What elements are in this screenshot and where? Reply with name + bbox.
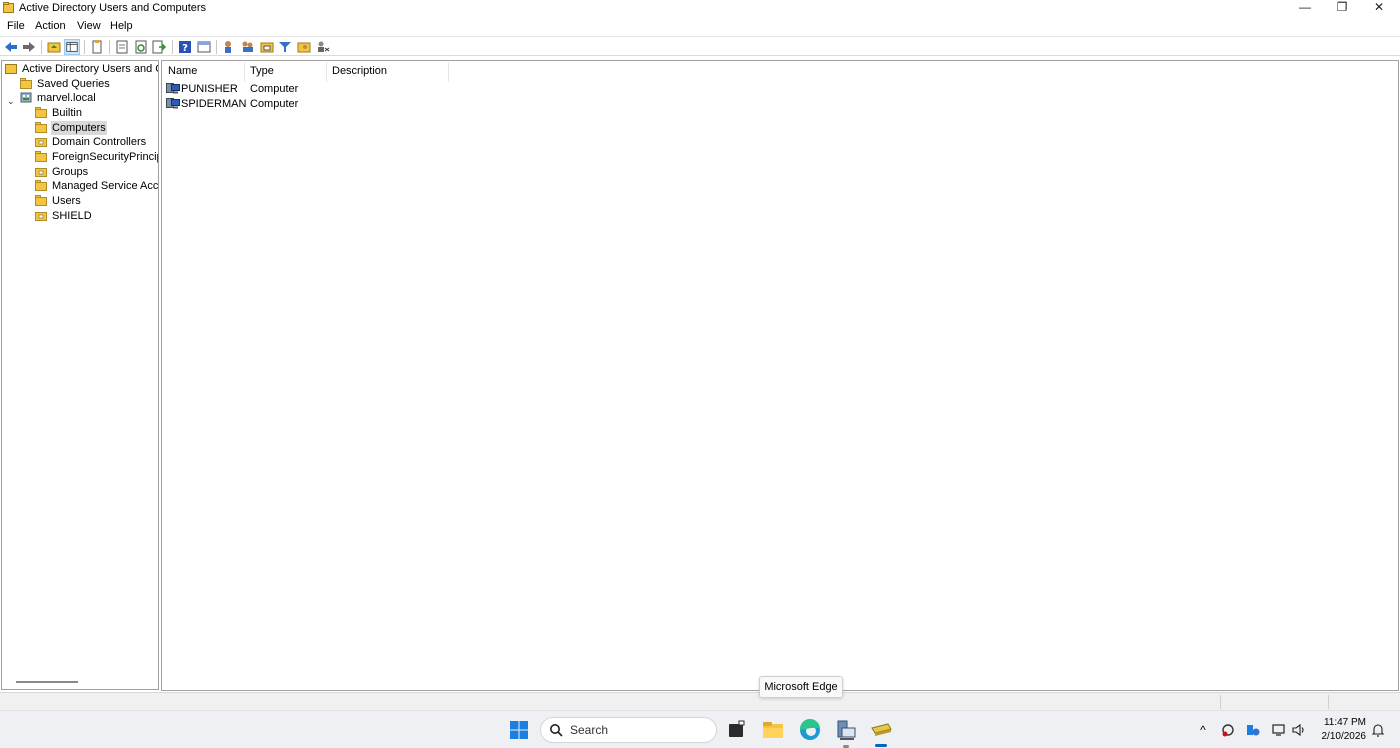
toolbar-separator <box>84 40 85 54</box>
tree-item-label: Computers <box>51 121 107 135</box>
toolbar-separator <box>172 40 173 54</box>
clock-time: 11:47 PM <box>1323 717 1366 728</box>
domain-icon <box>20 92 32 103</box>
file-explorer-icon[interactable] <box>759 716 787 744</box>
list-row-punisher[interactable]: PUNISHER Computer <box>166 82 466 97</box>
maximize-button[interactable]: ❐ <box>1325 0 1359 16</box>
network-icon[interactable] <box>1271 722 1287 738</box>
app-tray-icon[interactable] <box>1245 722 1261 738</box>
tree-item-label: Groups <box>52 166 89 178</box>
computer-icon <box>166 98 180 109</box>
cell-name: SPIDERMAN <box>181 98 247 110</box>
sync-icon[interactable] <box>1220 722 1236 738</box>
tree-item-label: Users <box>52 195 81 207</box>
tree-item-label: SHIELD <box>52 210 92 222</box>
column-header-type[interactable]: Type <box>245 62 327 82</box>
console-tree[interactable]: Active Directory Users and Com Saved Que… <box>1 60 159 690</box>
console-view-icon[interactable] <box>196 39 212 55</box>
taskbar-search[interactable]: Search <box>540 717 717 743</box>
window-title: Active Directory Users and Computers <box>19 2 207 14</box>
column-header-name[interactable]: Name <box>163 62 245 82</box>
status-bar <box>0 692 1400 710</box>
terminal-icon[interactable] <box>722 716 750 744</box>
ad-users-computers-icon <box>3 2 14 13</box>
tree-item-label: Builtin <box>52 107 82 119</box>
status-divider <box>1220 695 1221 709</box>
ou-folder-icon <box>35 138 47 147</box>
folder-icon <box>35 180 47 191</box>
toolbar: ? <box>0 36 1400 56</box>
active-indicator <box>875 744 887 747</box>
server-manager-icon[interactable] <box>832 716 860 744</box>
toolbar-separator <box>109 40 110 54</box>
tree-item-label: Domain Controllers <box>52 136 147 148</box>
chevron-up-icon[interactable]: ^ <box>1195 722 1211 738</box>
add-to-group-icon[interactable] <box>296 39 312 55</box>
computer-icon <box>166 83 180 94</box>
export-list-icon[interactable] <box>151 39 167 55</box>
list-row-spiderman[interactable]: SPIDERMAN Computer <box>166 97 466 112</box>
taskbar: Search ^ 11:47 PM 2/10/2026 <box>0 710 1400 748</box>
ou-folder-icon <box>35 212 47 221</box>
cell-type: Computer <box>250 98 299 110</box>
search-placeholder: Search <box>570 723 609 737</box>
new-ou-icon[interactable] <box>259 39 275 55</box>
show-console-tree-icon[interactable] <box>64 39 80 55</box>
microsoft-edge-icon[interactable] <box>796 716 824 744</box>
volume-icon[interactable] <box>1291 722 1307 738</box>
menu-file[interactable]: File <box>7 20 25 32</box>
toolbar-separator <box>216 40 217 54</box>
back-arrow-icon[interactable] <box>3 39 19 55</box>
notification-bell-icon[interactable] <box>1370 722 1386 738</box>
clock-date: 2/10/2026 <box>1321 731 1367 742</box>
chevron-down-icon[interactable]: ⌄ <box>7 96 15 107</box>
new-user-icon[interactable] <box>221 39 237 55</box>
taskbar-tooltip: Microsoft Edge <box>759 676 843 698</box>
tree-item-label: marvel.local <box>37 92 96 104</box>
clipboard-icon[interactable] <box>89 39 105 55</box>
results-list[interactable]: Name Type Description PUNISHER Computer … <box>161 60 1399 691</box>
menu-action[interactable]: Action <box>35 20 66 32</box>
cell-type: Computer <box>250 83 299 95</box>
properties-icon[interactable] <box>114 39 130 55</box>
title-bar: Active Directory Users and Computers — ❐… <box>0 0 1400 17</box>
menu-view[interactable]: View <box>77 20 101 32</box>
column-header-description[interactable]: Description <box>327 62 449 82</box>
tree-item-label: Active Directory Users and Com <box>22 63 158 75</box>
folder-icon <box>35 107 47 118</box>
tree-item-label: ForeignSecurityPrincipals <box>52 151 158 163</box>
refresh-icon[interactable] <box>133 39 149 55</box>
delegate-control-icon[interactable] <box>315 39 331 55</box>
tree-item-label: Saved Queries <box>37 78 110 90</box>
search-icon <box>550 724 563 737</box>
tree-item-label: Managed Service Accounts <box>52 180 159 192</box>
close-button[interactable]: ✕ <box>1362 0 1396 16</box>
menu-help[interactable]: Help <box>110 20 133 32</box>
folder-icon <box>35 151 47 162</box>
cell-name: PUNISHER <box>181 83 238 95</box>
up-folder-icon[interactable] <box>46 39 62 55</box>
filter-icon[interactable] <box>277 39 293 55</box>
folder-icon <box>35 122 47 133</box>
svg-text:?: ? <box>182 43 188 54</box>
folder-icon <box>35 195 47 206</box>
taskbar-clock[interactable]: 11:47 PM 2/10/2026 <box>1310 716 1367 744</box>
help-icon[interactable]: ? <box>177 39 193 55</box>
ou-folder-icon <box>35 168 47 177</box>
folder-icon <box>20 78 32 89</box>
toolbar-separator <box>41 40 42 54</box>
ad-users-computers-icon <box>5 64 17 74</box>
ad-users-computers-icon[interactable] <box>867 716 895 744</box>
menu-bar: File Action View Help <box>0 18 1400 35</box>
start-icon[interactable] <box>505 716 533 744</box>
forward-arrow-icon[interactable] <box>21 39 37 55</box>
new-group-icon[interactable] <box>240 39 256 55</box>
status-divider <box>1328 695 1329 709</box>
horizontal-scrollbar[interactable] <box>16 681 78 683</box>
minimize-button[interactable]: — <box>1288 0 1322 16</box>
